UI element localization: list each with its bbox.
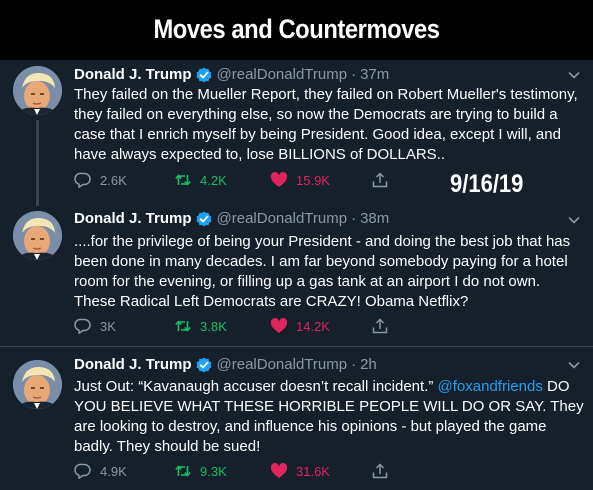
handle[interactable]: @realDonaldTrump — [217, 356, 348, 373]
tweet-divider — [0, 346, 593, 347]
share-button[interactable] — [371, 317, 397, 335]
tweet-text: Just Out: “Kavanaugh accuser doesn’t rec… — [74, 377, 584, 457]
share-icon — [371, 171, 389, 189]
separator: · — [351, 356, 357, 373]
reply-icon — [74, 171, 92, 189]
retweet-button[interactable]: 3.8K — [174, 317, 227, 335]
tweet-header: Donald J. Trump @realDonaldTrump · 38m — [74, 210, 389, 227]
thread-connector — [36, 120, 39, 206]
handle[interactable]: @realDonaldTrump — [217, 210, 348, 227]
verified-badge-icon — [196, 357, 212, 373]
display-name[interactable]: Donald J. Trump — [74, 66, 192, 83]
chevron-down-icon[interactable] — [567, 358, 581, 372]
avatar[interactable] — [13, 360, 62, 409]
reply-icon — [74, 462, 92, 480]
avatar[interactable] — [13, 66, 62, 115]
separator: · — [351, 66, 357, 83]
handle[interactable]: @realDonaldTrump — [217, 66, 348, 83]
share-icon — [371, 317, 389, 335]
reply-count: 3K — [100, 318, 116, 334]
verified-badge-icon — [196, 211, 212, 227]
like-count: 31.6K — [296, 463, 330, 479]
tweet-2[interactable]: Donald J. Trump @realDonaldTrump · 38m .… — [0, 205, 593, 345]
date-stamp: 9/16/19 — [450, 170, 524, 198]
tweet-3[interactable]: Donald J. Trump @realDonaldTrump · 2h Ju… — [0, 350, 593, 490]
tweet-text-part: Just Out: “Kavanaugh accuser doesn’t rec… — [74, 378, 438, 395]
tweet-text: They failed on the Mueller Report, they … — [74, 86, 578, 163]
display-name[interactable]: Donald J. Trump — [74, 210, 192, 227]
avatar[interactable] — [13, 211, 62, 260]
reply-icon — [74, 317, 92, 335]
share-button[interactable] — [371, 171, 397, 189]
timestamp[interactable]: 2h — [360, 356, 377, 373]
retweet-icon — [174, 462, 192, 480]
like-button[interactable]: 31.6K — [270, 462, 330, 480]
retweet-count: 3.8K — [200, 318, 227, 334]
separator: · — [351, 210, 357, 227]
retweet-button[interactable]: 4.2K — [174, 171, 227, 189]
retweet-icon — [174, 171, 192, 189]
reply-count: 2.6K — [100, 172, 127, 188]
chevron-down-icon[interactable] — [567, 68, 581, 82]
retweet-icon — [174, 317, 192, 335]
tweet-text: ....for the privilege of being your Pres… — [74, 233, 571, 310]
share-icon — [371, 462, 389, 480]
like-count: 15.9K — [296, 172, 330, 188]
mention-link[interactable]: @foxandfriends — [438, 378, 543, 395]
timestamp[interactable]: 37m — [360, 66, 389, 83]
retweet-count: 4.2K — [200, 172, 227, 188]
share-button[interactable] — [371, 462, 397, 480]
tweet-header: Donald J. Trump @realDonaldTrump · 37m — [74, 66, 389, 83]
display-name[interactable]: Donald J. Trump — [74, 356, 192, 373]
heart-icon — [270, 317, 288, 335]
like-button[interactable]: 14.2K — [270, 317, 330, 335]
banner-title: Moves and Countermoves — [153, 14, 440, 44]
reply-button[interactable]: 2.6K — [74, 171, 127, 189]
heart-icon — [270, 462, 288, 480]
title-banner: Moves and Countermoves — [0, 0, 593, 60]
like-count: 14.2K — [296, 318, 330, 334]
reply-button[interactable]: 4.9K — [74, 462, 127, 480]
like-button[interactable]: 15.9K — [270, 171, 330, 189]
chevron-down-icon[interactable] — [567, 213, 581, 227]
timestamp[interactable]: 38m — [360, 210, 389, 227]
heart-icon — [270, 171, 288, 189]
tweet-header: Donald J. Trump @realDonaldTrump · 2h — [74, 356, 377, 373]
reply-count: 4.9K — [100, 463, 127, 479]
retweet-button[interactable]: 9.3K — [174, 462, 227, 480]
retweet-count: 9.3K — [200, 463, 227, 479]
verified-badge-icon — [196, 67, 212, 83]
reply-button[interactable]: 3K — [74, 317, 116, 335]
